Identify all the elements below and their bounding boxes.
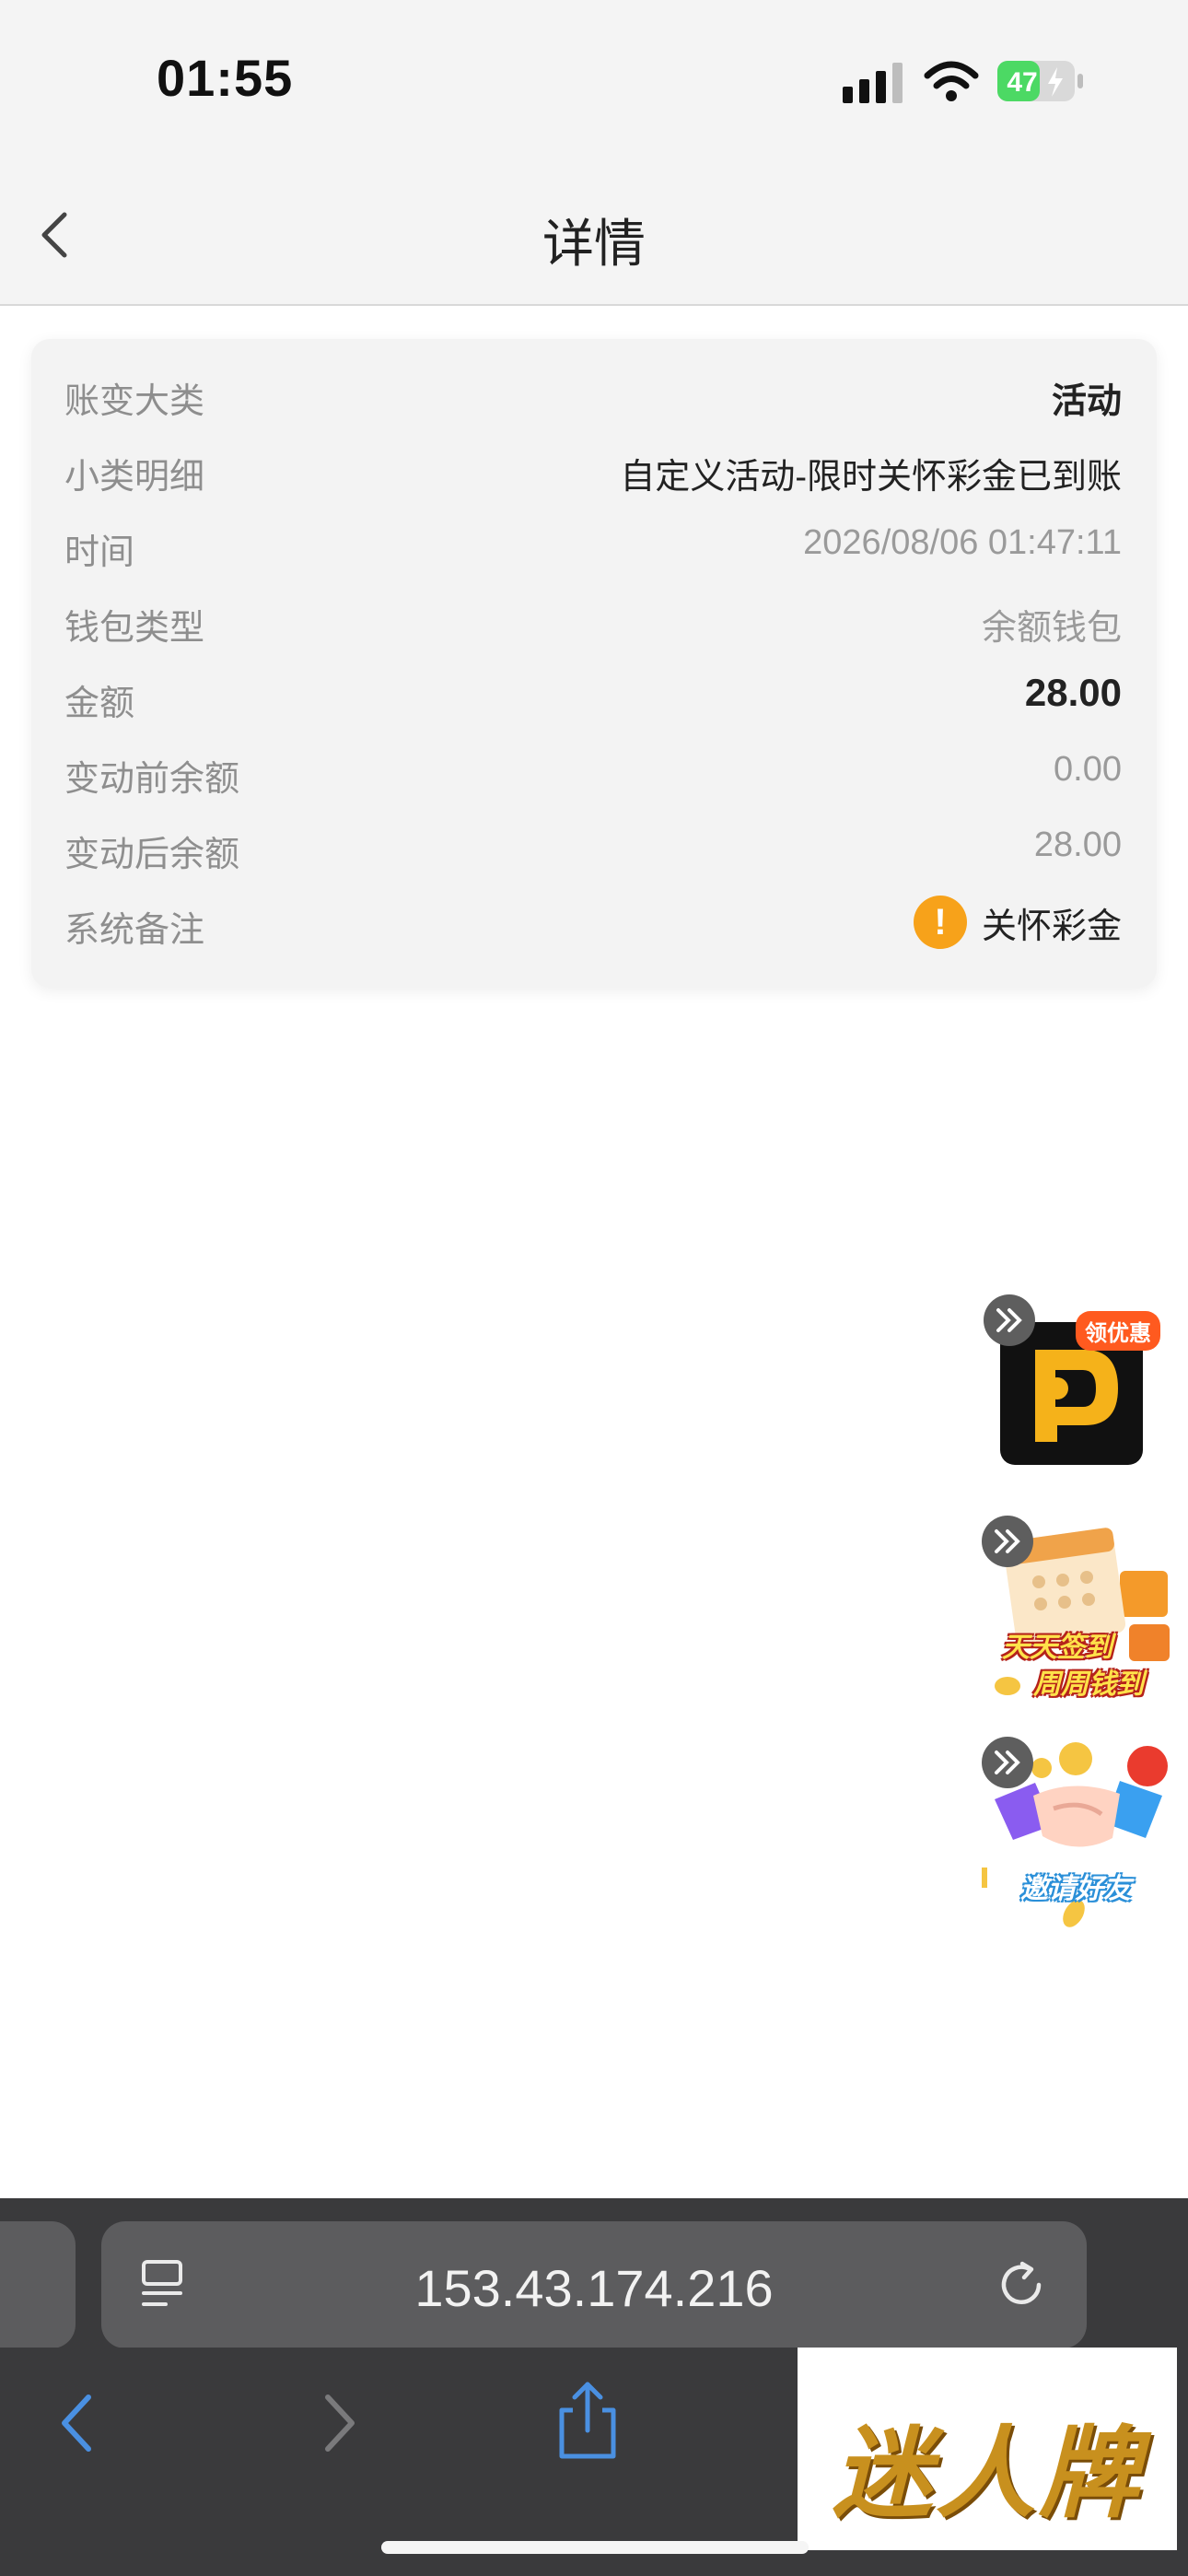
detail-row-remark: 系统备注 ! 关怀彩金	[31, 884, 1157, 960]
detail-row-balance-after: 变动后余额 28.00	[31, 809, 1157, 884]
watermark-logo: 迷人牌	[798, 2348, 1177, 2550]
detail-row-amount: 金额 28.00	[31, 658, 1157, 733]
checkin-caption-line1: 天天签到	[1002, 1633, 1112, 1663]
detail-label: 小类明细	[64, 458, 205, 497]
collapse-promo-button[interactable]	[982, 1516, 1033, 1567]
detail-label: 钱包类型	[64, 609, 205, 648]
remark-text: 关怀彩金	[981, 907, 1122, 946]
promo-checkin-widget[interactable]: 天天签到 周周钱到	[982, 1516, 1175, 1709]
detail-value: 活动	[1051, 382, 1122, 421]
detail-row-category: 账变大类 活动	[31, 356, 1157, 431]
detail-value: 28.00	[1024, 671, 1122, 714]
previous-tab-peek[interactable]	[0, 2221, 76, 2348]
home-indicator	[381, 2541, 809, 2554]
detail-row-time: 时间 2026/08/06 01:47:11	[31, 507, 1157, 582]
detail-label: 金额	[64, 685, 135, 723]
battery-percent: 47	[1007, 67, 1037, 98]
invite-caption: 邀请好友	[1020, 1874, 1131, 1904]
transaction-detail-card: 账变大类 活动 小类明细 自定义活动-限时关怀彩金已到账 时间 2026/08/…	[31, 339, 1157, 988]
checkin-caption-line2: 周周钱到	[1033, 1669, 1144, 1700]
detail-label: 变动前余额	[64, 760, 240, 799]
status-time: 01:55	[157, 49, 294, 107]
double-chevron-icon	[996, 1308, 1022, 1332]
share-icon[interactable]	[549, 2379, 626, 2462]
promo-coupon-widget[interactable]: 领优惠	[984, 1294, 1168, 1479]
url-text[interactable]: 153.43.174.216	[101, 2258, 1087, 2318]
detail-label: 系统备注	[64, 911, 205, 950]
detail-value: 2026/08/06 01:47:11	[803, 523, 1122, 562]
status-bar: 01:55 47	[0, 0, 1188, 166]
detail-label: 变动后余额	[64, 836, 240, 874]
detail-value: 0.00	[1054, 750, 1122, 789]
page-title: 详情	[542, 215, 646, 273]
coupon-tag: 领优惠	[1076, 1311, 1160, 1351]
browser-address-area: 153.43.174.216	[0, 2198, 1188, 2348]
collapse-promo-button[interactable]	[984, 1294, 1035, 1346]
double-chevron-icon	[995, 1751, 1020, 1774]
battery-icon: 47	[997, 61, 1083, 101]
wifi-icon	[924, 61, 979, 101]
detail-value: 自定义活动-限时关怀彩金已到账	[620, 458, 1122, 497]
detail-row-wallet-type: 钱包类型 余额钱包	[31, 582, 1157, 658]
detail-label: 时间	[64, 533, 135, 572]
promo-invite-widget[interactable]: 邀请好友	[982, 1737, 1175, 1930]
detail-value: 余额钱包	[981, 609, 1122, 648]
nav-bar: 详情	[0, 166, 1188, 306]
reload-icon[interactable]	[995, 2258, 1048, 2312]
detail-row-subcategory: 小类明细 自定义活动-限时关怀彩金已到账	[31, 431, 1157, 507]
browser-forward-icon[interactable]	[300, 2386, 374, 2460]
double-chevron-icon	[995, 1529, 1020, 1553]
watermark-text: 迷人牌	[832, 2418, 1142, 2529]
cellular-signal-icon	[843, 63, 903, 103]
remark-value: ! 关怀彩金	[913, 894, 1122, 951]
browser-back-icon[interactable]	[42, 2386, 116, 2460]
address-bar[interactable]: 153.43.174.216	[101, 2221, 1087, 2348]
detail-label: 账变大类	[64, 382, 205, 421]
detail-value: 28.00	[1033, 825, 1122, 864]
warning-icon: !	[913, 896, 967, 949]
collapse-promo-button[interactable]	[982, 1737, 1033, 1788]
detail-row-balance-before: 变动前余额 0.00	[31, 733, 1157, 809]
